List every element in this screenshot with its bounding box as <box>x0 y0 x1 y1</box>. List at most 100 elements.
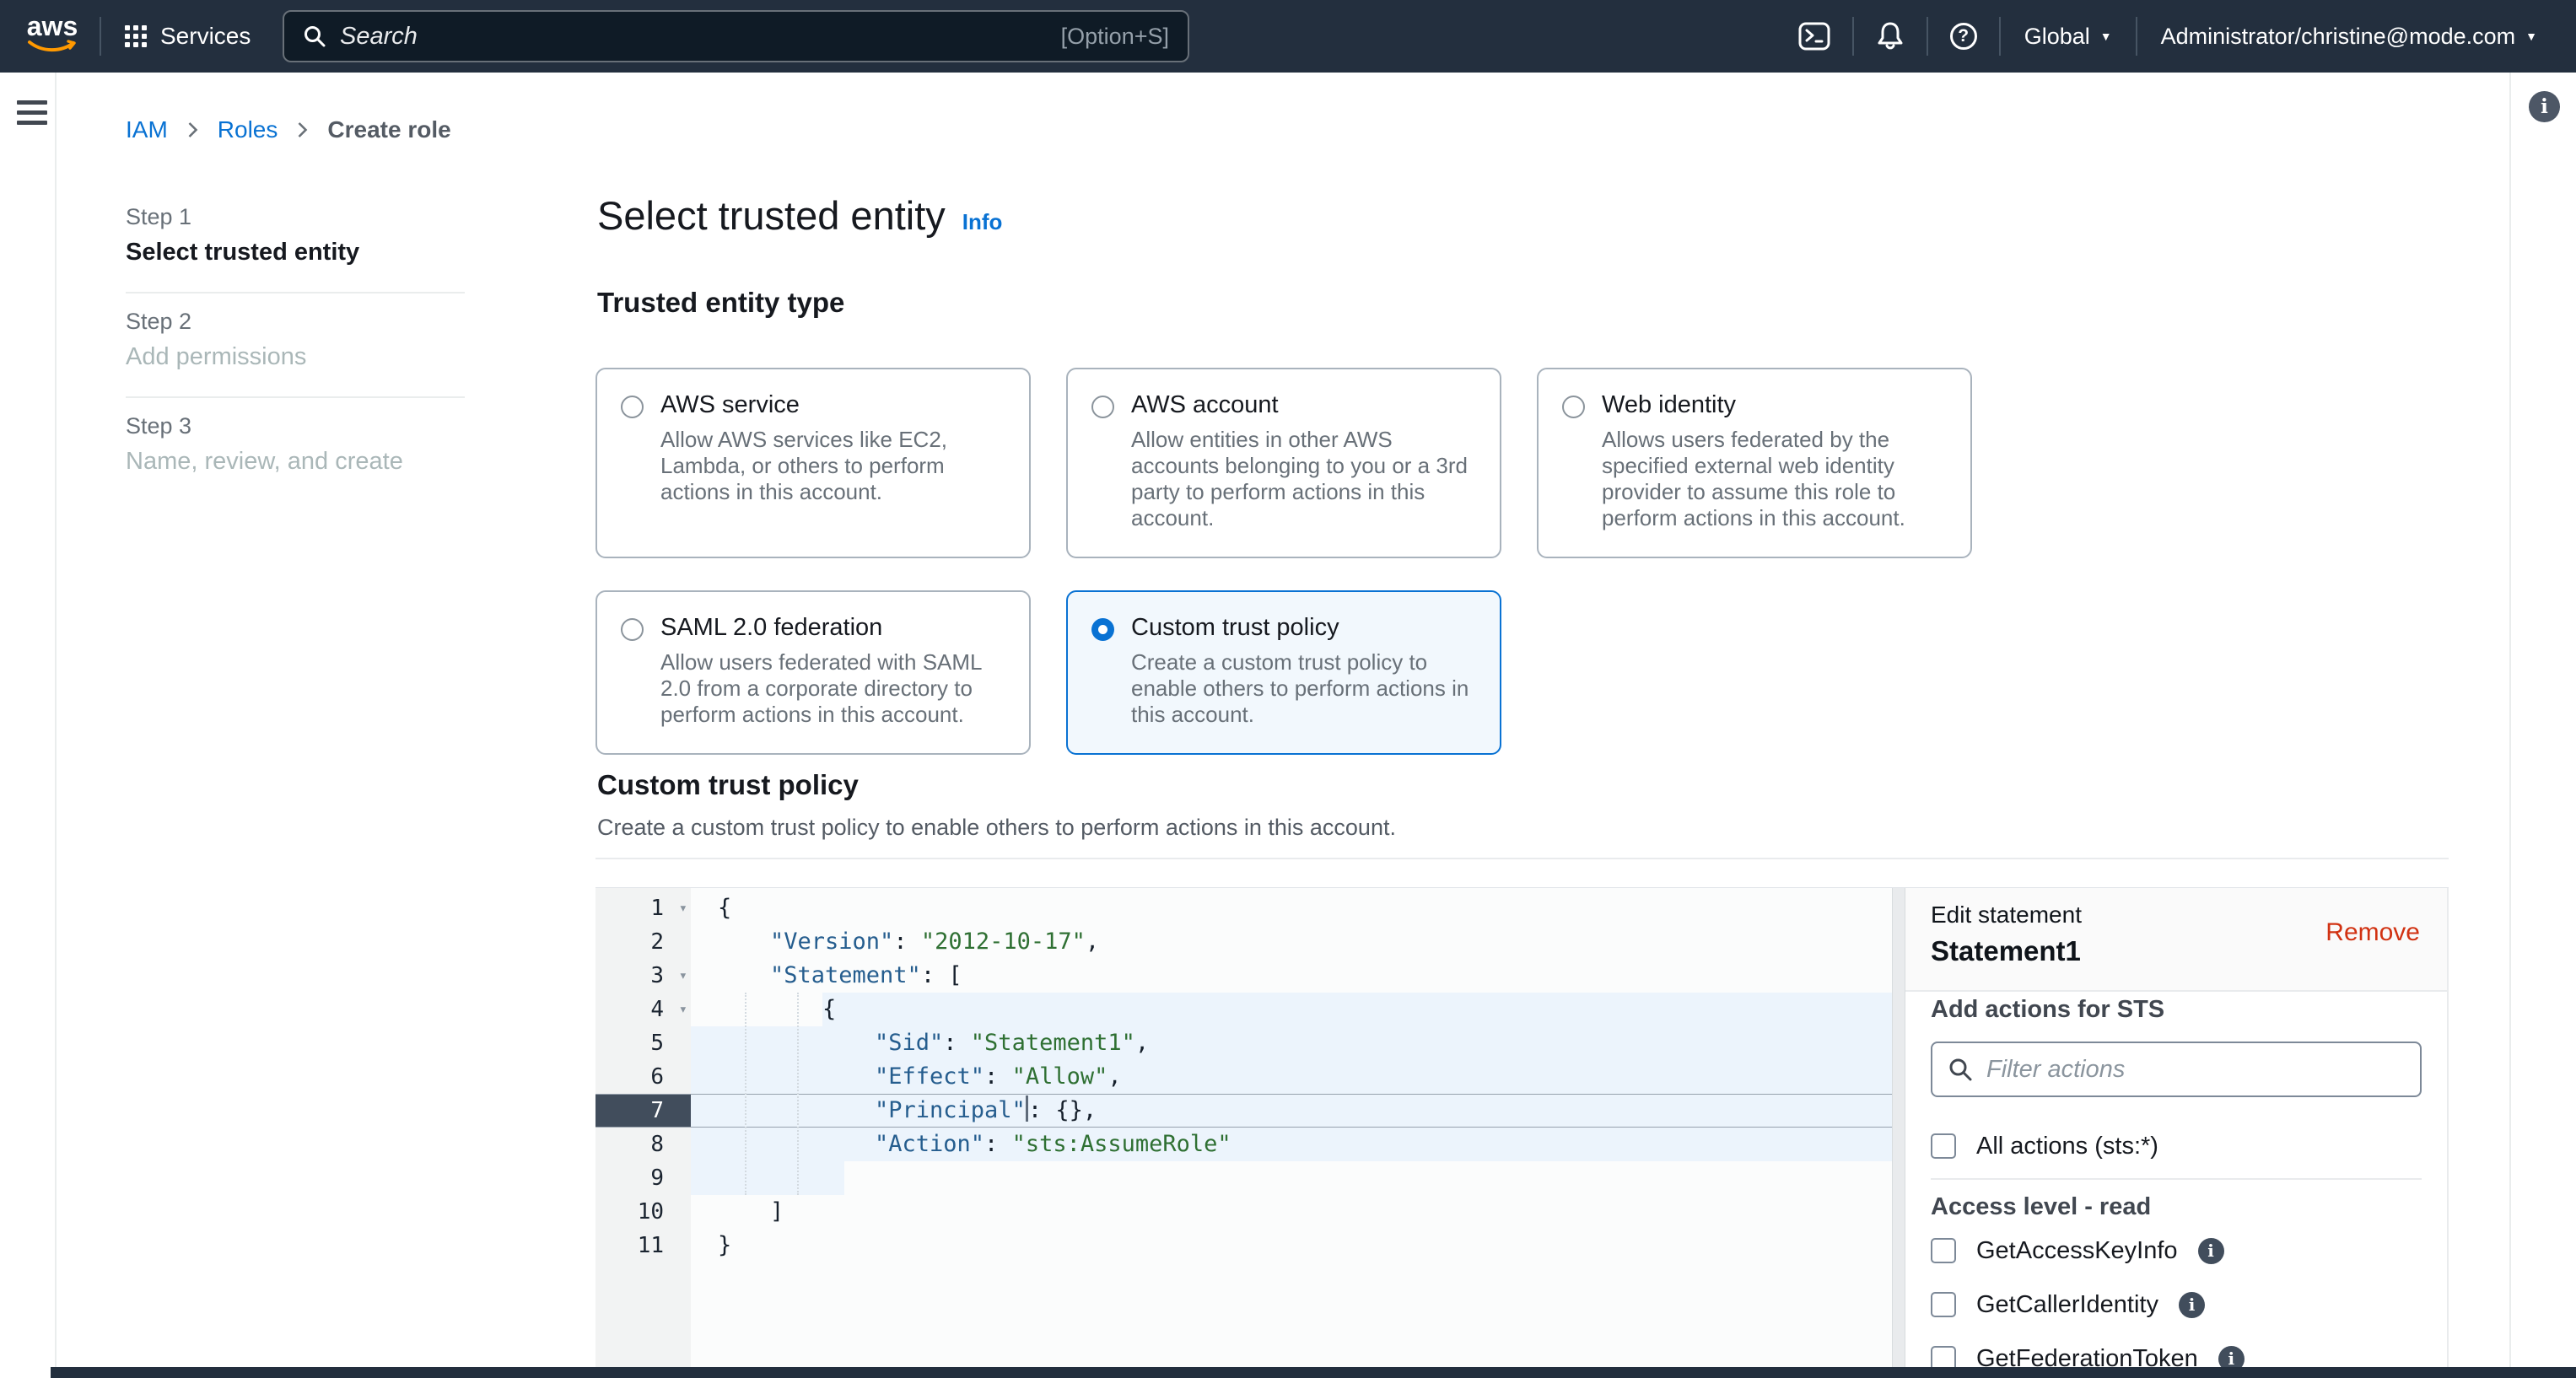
fold-arrow-icon[interactable]: ▾ <box>679 993 687 1026</box>
wizard-step-add-permissions[interactable]: Step 2Add permissions <box>126 293 465 398</box>
entity-card-web-identity[interactable]: Web identityAllows users federated by th… <box>1537 368 1972 558</box>
cloudshell-button[interactable] <box>1776 0 1852 73</box>
code-token: "2012-10-17" <box>921 929 1086 955</box>
help-panel-info-icon[interactable]: i <box>2529 91 2560 122</box>
custom-trust-policy-heading: Custom trust policy <box>597 769 859 801</box>
line-number: 4▾ <box>595 993 691 1026</box>
filter-search-icon <box>1948 1057 1973 1082</box>
code-token: "Action" <box>875 1131 984 1157</box>
code-token: "Version" <box>770 929 893 955</box>
account-menu[interactable]: Administrator/christine@mode.com ▼ <box>2137 0 2561 73</box>
entity-card-aws-service[interactable]: AWS serviceAllow AWS services like EC2, … <box>595 368 1031 558</box>
code-line-3[interactable]: 3▾ "Statement": [ <box>595 959 1892 993</box>
checkbox-getaccesskeyinfo[interactable] <box>1931 1238 1956 1263</box>
aws-smile-icon <box>27 40 78 53</box>
card-text: SAML 2.0 federationAllow users federated… <box>660 614 1005 728</box>
code-token: { <box>718 895 731 921</box>
code-line-8[interactable]: 8 "Action": "sts:AssumeRole" <box>595 1128 1892 1161</box>
code-tokens: "Statement": [ <box>770 959 962 993</box>
line-number: 7 <box>595 1095 691 1127</box>
code-line-10[interactable]: 10] <box>595 1195 1892 1229</box>
code-line-11[interactable]: 11} <box>595 1229 1892 1262</box>
step-title: Select trusted entity <box>126 239 465 266</box>
breadcrumb-item-roles[interactable]: Roles <box>218 116 278 143</box>
radio-button[interactable] <box>1091 396 1114 418</box>
code-line-9[interactable]: 9} <box>595 1161 1892 1195</box>
code-editor-area[interactable]: 1▾{2"Version": "2012-10-17",3▾"Statement… <box>595 888 1892 1378</box>
card-text: AWS serviceAllow AWS services like EC2, … <box>660 391 1005 531</box>
code-token: "Allow" <box>1012 1063 1108 1090</box>
search-shortcut-hint: [Option+S] <box>1061 24 1169 50</box>
card-description: Create a custom trust policy to enable o… <box>1131 649 1476 728</box>
remove-statement-link[interactable]: Remove <box>2325 918 2420 947</box>
editor-panel-divider[interactable] <box>1892 888 1905 1378</box>
wizard-step-select-trusted-entity[interactable]: Step 1 Select trusted entity <box>126 189 465 293</box>
info-link[interactable]: Info <box>962 209 1003 235</box>
code-line-7[interactable]: 7"Principal": {}, <box>595 1094 1892 1128</box>
code-token: : <box>893 929 921 955</box>
region-selector[interactable]: Global ▼ <box>2001 0 2136 73</box>
line-number: 3▾ <box>595 959 691 993</box>
code-token: : <box>984 1131 1012 1157</box>
fold-arrow-icon[interactable]: ▾ <box>679 959 687 993</box>
code-line-1[interactable]: 1▾{ <box>595 891 1892 925</box>
hamburger-menu-button[interactable] <box>17 94 47 131</box>
entity-card-saml-2-0-federation[interactable]: SAML 2.0 federationAllow users federated… <box>595 590 1031 755</box>
code-line-5[interactable]: 5"Sid": "Statement1", <box>595 1026 1892 1060</box>
step-number-label: Step 3 <box>126 413 465 439</box>
notifications-bell-button[interactable] <box>1854 0 1927 73</box>
code-token: "Sid" <box>875 1030 943 1056</box>
code-content: { <box>691 993 1892 1026</box>
right-help-rail: i <box>2509 73 2576 1378</box>
code-token: "sts:AssumeRole" <box>1012 1131 1231 1157</box>
card-title: AWS service <box>660 391 1005 419</box>
radio-button[interactable] <box>621 396 644 418</box>
code-content: "Version": "2012-10-17", <box>691 925 1892 959</box>
page-title: Select trusted entity <box>597 192 946 239</box>
all-actions-checkbox[interactable] <box>1931 1133 1956 1159</box>
navbar-right-group: ? Global ▼ Administrator/christine@mode.… <box>1776 0 2561 73</box>
code-content: { <box>691 891 1892 925</box>
radio-button[interactable] <box>1091 618 1114 641</box>
custom-trust-policy-description: Create a custom trust policy to enable o… <box>597 815 1396 841</box>
code-token: : <box>984 1063 1012 1090</box>
action-label: GetCallerIdentity <box>1976 1291 2158 1319</box>
filter-actions-input[interactable]: Filter actions <box>1931 1042 2422 1097</box>
code-tokens: ] <box>770 1195 784 1229</box>
fold-arrow-icon[interactable]: ▾ <box>679 891 687 925</box>
help-button[interactable]: ? <box>1928 0 1999 73</box>
line-number: 2 <box>595 925 691 959</box>
line-number: 6 <box>595 1060 691 1094</box>
entity-card-custom-trust-policy[interactable]: Custom trust policyCreate a custom trust… <box>1066 590 1501 755</box>
code-tokens: "Version": "2012-10-17", <box>770 925 1099 959</box>
line-number: 8 <box>595 1128 691 1161</box>
account-label: Administrator/christine@mode.com <box>2161 24 2516 50</box>
info-icon[interactable]: i <box>2198 1238 2224 1264</box>
code-tokens: "Action": "sts:AssumeRole" <box>875 1128 1231 1161</box>
entity-card-aws-account[interactable]: AWS accountAllow entities in other AWS a… <box>1066 368 1501 558</box>
radio-button[interactable] <box>621 618 644 641</box>
radio-button[interactable] <box>1562 396 1585 418</box>
wizard-step-name-review-and-create[interactable]: Step 3Name, review, and create <box>126 398 465 501</box>
code-token: { <box>822 996 836 1022</box>
checkbox-getcalleridentity[interactable] <box>1931 1292 1956 1317</box>
code-token: , <box>1135 1030 1149 1056</box>
footer-bar <box>51 1367 2576 1378</box>
breadcrumb-item-iam[interactable]: IAM <box>126 116 168 143</box>
code-tokens: } <box>822 1161 836 1195</box>
code-content: "Action": "sts:AssumeRole" <box>691 1128 1892 1161</box>
search-input[interactable]: Search [Option+S] <box>283 10 1189 62</box>
card-text: Custom trust policyCreate a custom trust… <box>1131 614 1476 728</box>
edit-statement-panel: Edit statement Statement1 Remove Add act… <box>1905 888 2449 1378</box>
code-line-6[interactable]: 6"Effect": "Allow", <box>595 1060 1892 1094</box>
step-number-label: Step 1 <box>126 204 465 230</box>
all-actions-label: All actions (sts:*) <box>1976 1133 2158 1160</box>
code-tokens: { <box>718 891 731 925</box>
page-title-row: Select trusted entity Info <box>597 192 1002 239</box>
aws-logo[interactable]: aws <box>22 13 83 59</box>
services-menu-button[interactable]: Services <box>125 0 251 73</box>
code-line-2[interactable]: 2 "Version": "2012-10-17", <box>595 925 1892 959</box>
code-line-4[interactable]: 4▾ { <box>595 993 1892 1026</box>
policy-editor: 1▾{2"Version": "2012-10-17",3▾"Statement… <box>595 887 2449 1378</box>
info-icon[interactable]: i <box>2179 1292 2205 1318</box>
